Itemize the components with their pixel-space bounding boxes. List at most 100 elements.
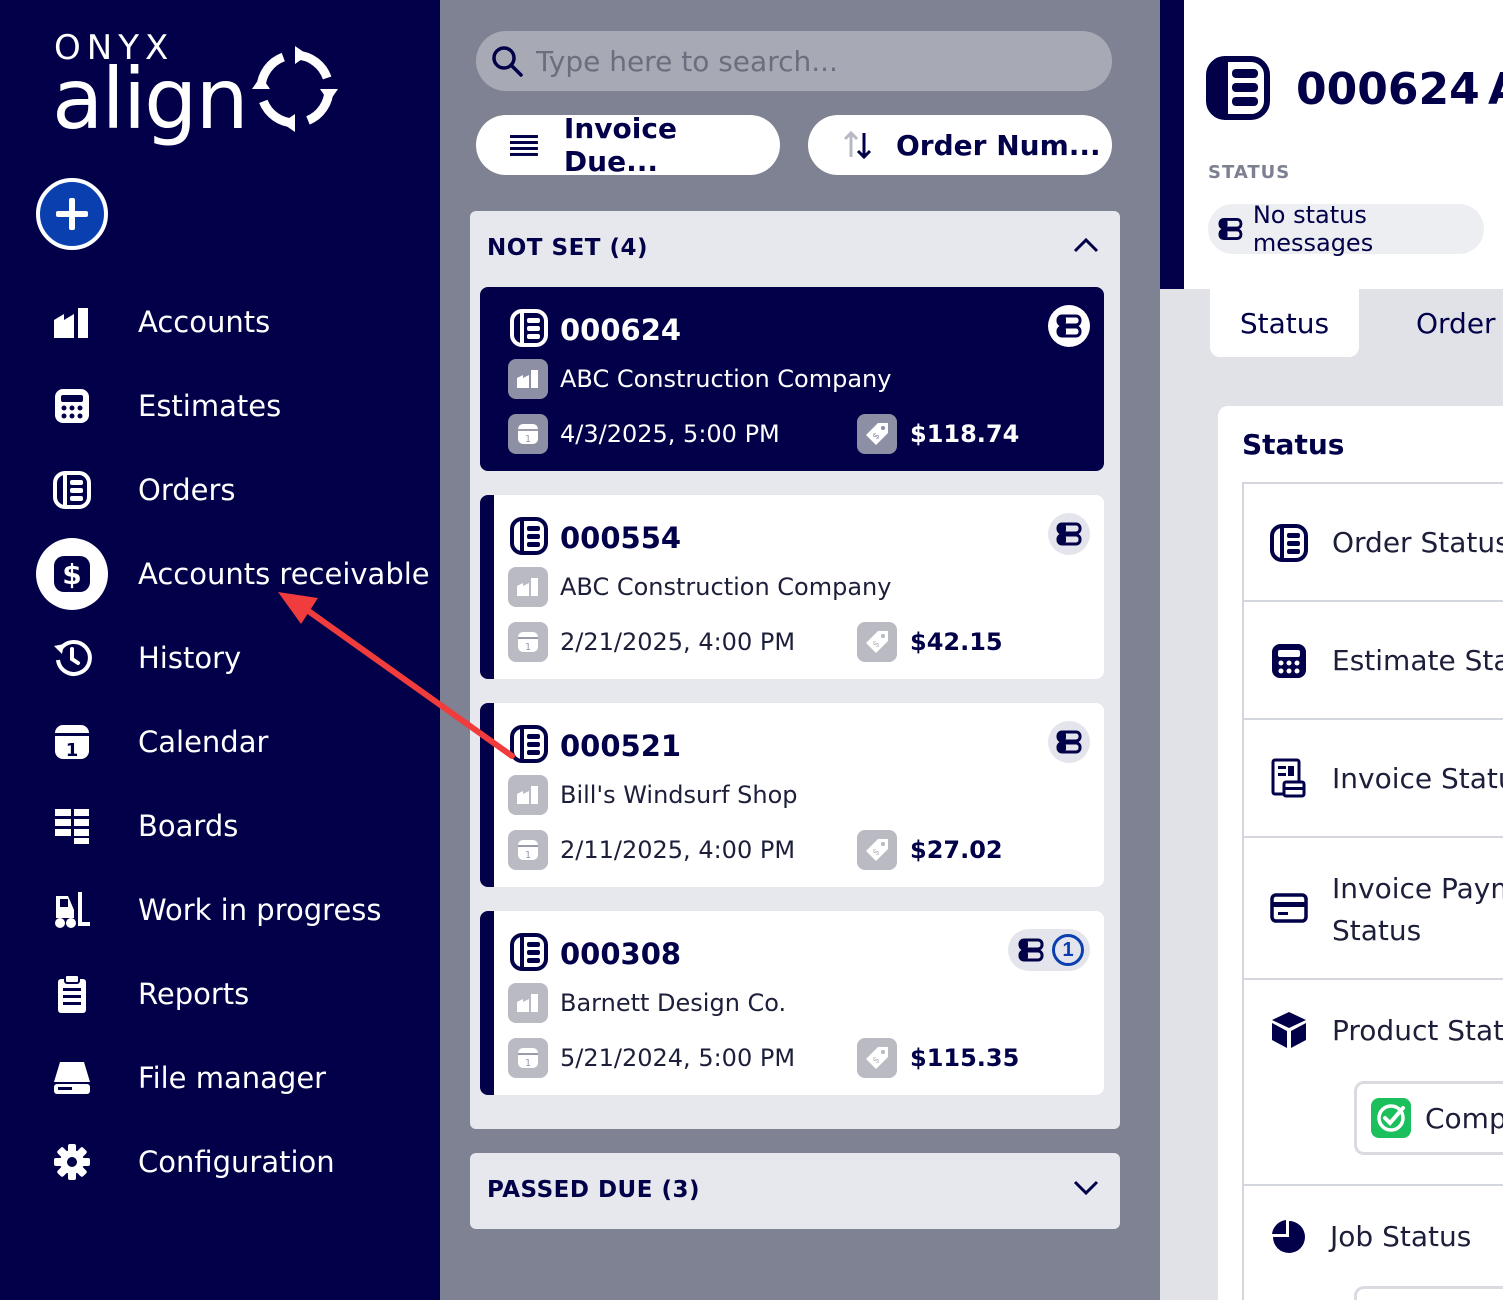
search-icon xyxy=(492,46,523,77)
tab-status[interactable]: Status xyxy=(1210,289,1359,357)
calendar-icon: 1 xyxy=(508,622,548,662)
job-status-chip[interactable] xyxy=(1354,1286,1503,1300)
price-tag-icon: $ xyxy=(857,622,897,662)
calculator-icon xyxy=(36,370,108,442)
order-number: 000308 xyxy=(560,937,682,971)
detail-order-number: 000624 xyxy=(1296,64,1480,115)
status-row-label: Invoice Statu xyxy=(1332,762,1503,795)
chevron-up-icon[interactable] xyxy=(1072,235,1100,255)
sidebar-item-estimates[interactable]: Estimates xyxy=(0,364,440,448)
sidebar-item-calendar[interactable]: 1 Calendar xyxy=(0,700,440,784)
invoice-card[interactable]: 000624 ABC Construction Company 1 4/3/20… xyxy=(480,287,1104,471)
account-icon xyxy=(508,567,548,607)
invoice-icon xyxy=(1271,758,1306,798)
invoice-card[interactable]: 000521 Bill's Windsurf Shop 1 2/11/2025,… xyxy=(480,703,1104,887)
status-chip[interactable] xyxy=(1048,721,1090,763)
notification-count-badge: 1 xyxy=(1052,934,1084,966)
status-chip[interactable] xyxy=(1048,305,1090,347)
status-row-label: Order Status xyxy=(1332,526,1503,559)
dollar-icon: $ xyxy=(36,538,108,610)
status-messages-icon xyxy=(1056,730,1082,754)
sidebar-item-label: Calendar xyxy=(138,725,269,759)
status-row-label: Job Status xyxy=(1330,1220,1472,1253)
plus-icon xyxy=(56,198,88,230)
sidebar-item-accounts[interactable]: Accounts xyxy=(0,280,440,364)
search-bar[interactable] xyxy=(476,31,1112,91)
sidebar-item-label: Estimates xyxy=(138,389,282,423)
invoice-card[interactable]: 000554 ABC Construction Company 1 2/21/2… xyxy=(480,495,1104,679)
account-icon xyxy=(508,359,548,399)
status-row-order[interactable]: Order Status xyxy=(1242,482,1503,600)
status-row-invoice-payment[interactable]: Invoice Paym Status xyxy=(1242,836,1503,978)
sidebar-item-label: Reports xyxy=(138,977,250,1011)
detail-title-overflow: A xyxy=(1488,64,1503,115)
sidebar-item-label: Orders xyxy=(138,473,236,507)
status-row-estimate[interactable]: Estimate Stat xyxy=(1242,600,1503,718)
order-number: 000521 xyxy=(560,729,682,763)
sort-button[interactable]: Order Num... xyxy=(808,115,1112,175)
orders-icon xyxy=(510,309,548,347)
status-row-job[interactable]: Job Status xyxy=(1242,1184,1503,1300)
status-messages-icon xyxy=(1056,314,1082,338)
account-icon xyxy=(508,983,548,1023)
credit-card-icon xyxy=(1270,893,1308,923)
boards-icon xyxy=(36,790,108,862)
complete-status-chip[interactable]: Comp xyxy=(1354,1081,1503,1155)
status-chip[interactable] xyxy=(1048,513,1090,555)
orders-icon xyxy=(36,454,108,526)
svg-text:1: 1 xyxy=(525,434,531,445)
sidebar-item-label: History xyxy=(138,641,242,675)
orders-icon xyxy=(1206,56,1270,120)
forklift-icon xyxy=(36,874,108,946)
price-tag-icon: $ xyxy=(857,830,897,870)
check-circle-icon xyxy=(1371,1098,1411,1138)
sidebar-item-configuration[interactable]: Configuration xyxy=(0,1120,440,1204)
sidebar-item-reports[interactable]: Reports xyxy=(0,952,440,1036)
order-number: 000554 xyxy=(560,521,682,555)
sync-circle-icon xyxy=(252,46,338,132)
order-number: 000624 xyxy=(560,313,682,347)
sort-label: Order Num... xyxy=(896,128,1101,162)
sidebar-item-work-in-progress[interactable]: Work in progress xyxy=(0,868,440,952)
pie-chart-icon xyxy=(1272,1220,1305,1253)
chevron-down-icon[interactable] xyxy=(1072,1177,1100,1197)
orders-icon xyxy=(510,517,548,555)
sidebar-item-boards[interactable]: Boards xyxy=(0,784,440,868)
onyx-align-logo[interactable]: ONYX align xyxy=(52,28,352,148)
status-messages-chip[interactable]: No status messages xyxy=(1208,201,1484,257)
drive-icon xyxy=(36,1042,108,1114)
tab-order[interactable]: Order xyxy=(1416,289,1496,357)
clipboard-icon xyxy=(36,958,108,1030)
invoice-amount: $42.15 xyxy=(910,628,1003,656)
add-button[interactable] xyxy=(36,178,108,250)
status-message-text: No status messages xyxy=(1252,201,1374,257)
group-passed-due[interactable]: PASSED DUE (3) xyxy=(470,1153,1120,1229)
orders-icon xyxy=(510,725,548,763)
status-row-label-line2: Status xyxy=(1332,914,1422,947)
svg-text:1: 1 xyxy=(525,1058,531,1069)
sidebar-item-label: Configuration xyxy=(138,1145,335,1179)
status-row-label: Product Statu xyxy=(1332,1014,1503,1047)
due-date: 2/11/2025, 4:00 PM xyxy=(560,836,796,864)
orders-icon xyxy=(1270,524,1308,562)
status-row-invoice[interactable]: Invoice Statu xyxy=(1242,718,1503,836)
calendar-icon: 1 xyxy=(508,1038,548,1078)
sidebar-item-file-manager[interactable]: File manager xyxy=(0,1036,440,1120)
price-tag-icon: $ xyxy=(857,1038,897,1078)
sidebar-item-accounts-receivable[interactable]: $ Accounts receivable xyxy=(0,532,440,616)
company-name: ABC Construction Company xyxy=(560,365,892,393)
group-by-button[interactable]: Invoice Due... xyxy=(476,112,780,178)
calculator-icon xyxy=(1272,644,1306,678)
search-input[interactable] xyxy=(536,44,1076,78)
sidebar-item-label: Work in progress xyxy=(138,893,382,927)
sidebar-item-history[interactable]: History xyxy=(0,616,440,700)
invoice-card[interactable]: 000308 1 Barnett Design Co. 1 5/21/2024,… xyxy=(480,911,1104,1095)
logo-align-text: align xyxy=(52,50,249,148)
status-chip[interactable]: 1 xyxy=(1008,929,1090,971)
price-tag-icon: $ xyxy=(857,414,897,454)
sidebar-item-orders[interactable]: Orders xyxy=(0,448,440,532)
due-date: 5/21/2024, 5:00 PM xyxy=(560,1044,796,1072)
sidebar-item-label: Accounts xyxy=(138,305,271,339)
svg-text:1: 1 xyxy=(66,740,79,761)
box-icon xyxy=(1272,1012,1306,1048)
